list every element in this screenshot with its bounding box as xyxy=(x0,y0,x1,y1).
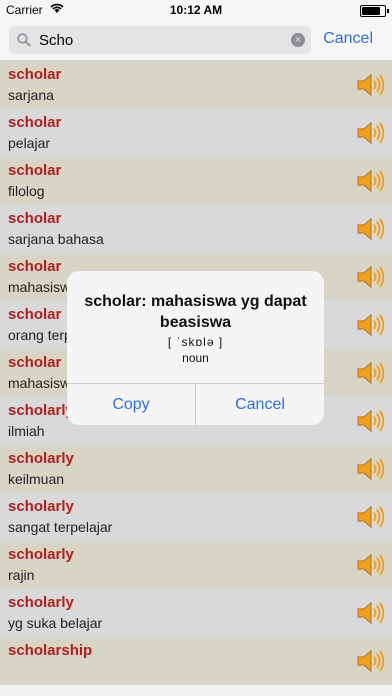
word-detail-dialog: scholar: mahasiswa yg dapat beasiswa [ ˈ… xyxy=(67,271,324,425)
copy-button[interactable]: Copy xyxy=(67,384,196,425)
part-of-speech: noun xyxy=(182,351,209,365)
dialog-cancel-button[interactable]: Cancel xyxy=(196,384,324,425)
dialog-title: scholar: mahasiswa yg dapat beasiswa xyxy=(84,293,307,331)
phonetic-transcription: [ ˈskɒlə ] xyxy=(167,335,224,349)
dialog-buttons: Copy Cancel xyxy=(67,383,324,425)
